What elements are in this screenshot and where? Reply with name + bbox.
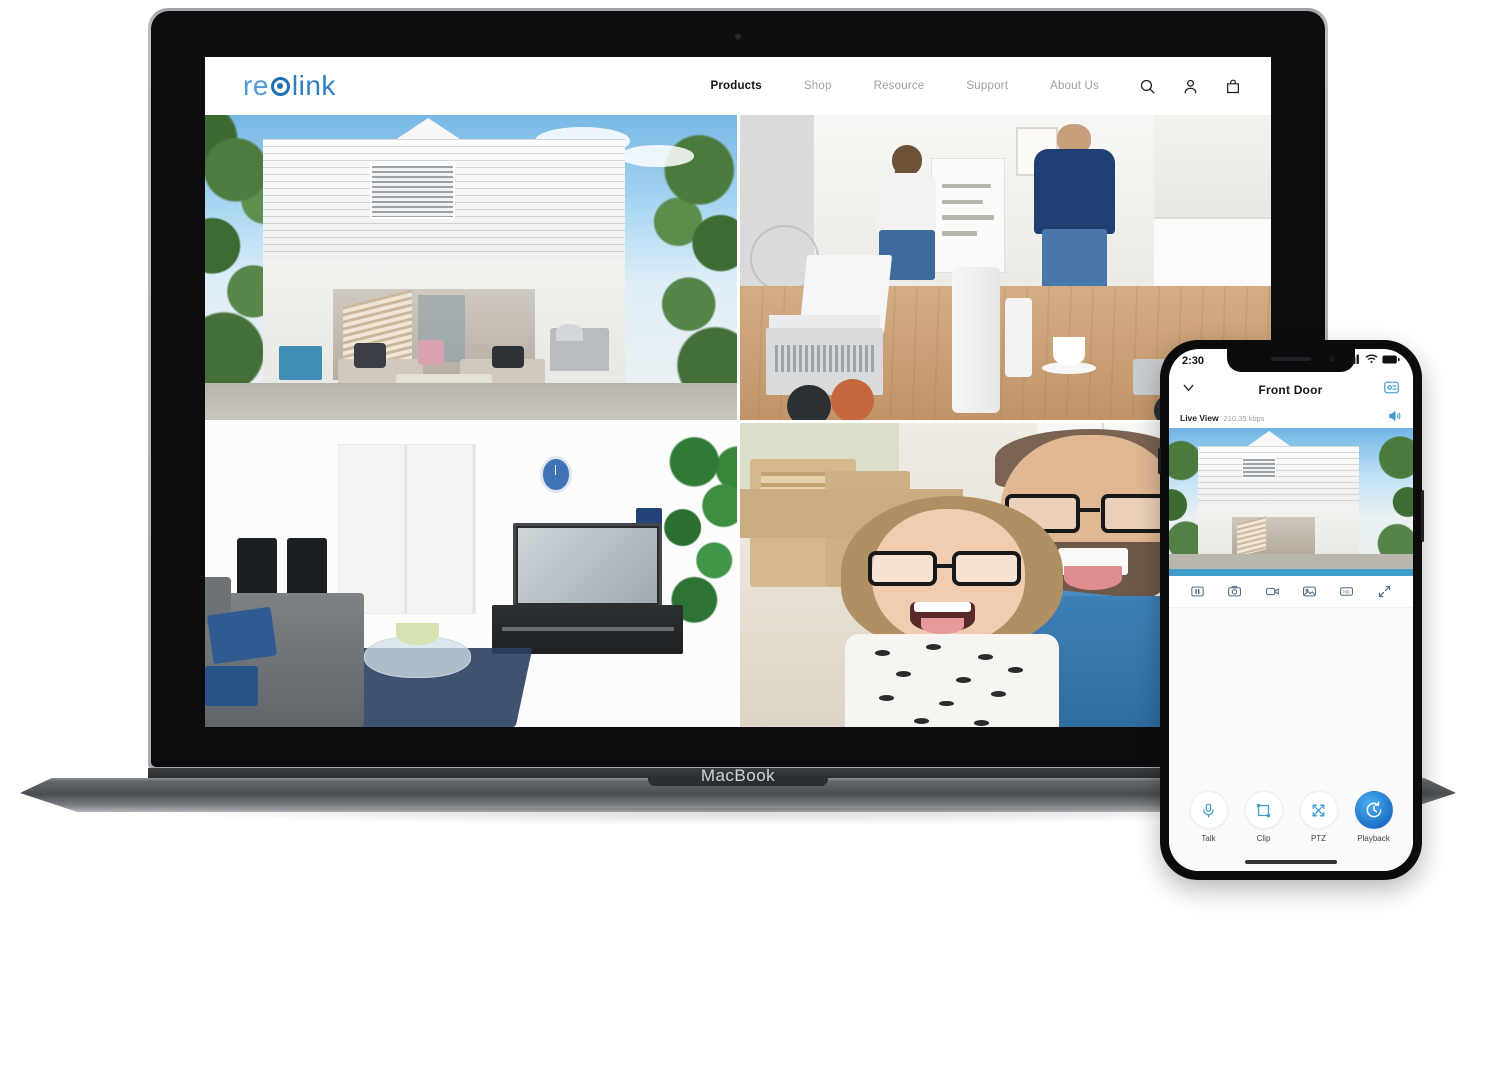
camera-grid bbox=[205, 115, 1271, 727]
camera-tile-1[interactable] bbox=[205, 115, 737, 420]
security-camera-device bbox=[952, 267, 1000, 414]
wall-poster bbox=[930, 157, 1006, 274]
laptop-screen-small bbox=[799, 255, 893, 335]
playback-clock-icon bbox=[1354, 791, 1393, 829]
microphone-icon bbox=[1189, 791, 1228, 829]
ptz-arrows-icon bbox=[1299, 791, 1338, 829]
action-label: Playback bbox=[1357, 834, 1390, 843]
action-playback[interactable]: Playback bbox=[1348, 791, 1400, 843]
security-camera-device bbox=[1005, 297, 1032, 377]
action-label: Talk bbox=[1201, 834, 1216, 843]
brand-text-part1: re bbox=[243, 70, 269, 101]
phone-status-bar: 2:30 bbox=[1169, 349, 1413, 372]
live-video-feed[interactable] bbox=[1169, 428, 1413, 576]
camera-title: Front Door bbox=[1258, 383, 1323, 397]
quality-hd-icon[interactable]: HD bbox=[1339, 584, 1354, 599]
nav-item-resource[interactable]: Resource bbox=[874, 80, 925, 92]
house-vent bbox=[369, 163, 455, 219]
live-feed-image bbox=[1169, 428, 1413, 576]
snapshot-camera-icon[interactable] bbox=[1227, 584, 1242, 599]
video-progress-bar[interactable] bbox=[1169, 569, 1413, 576]
laptop-bezel: re link Products Shop Resource Support Ab… bbox=[151, 11, 1325, 767]
app-header: Front Door bbox=[1169, 372, 1413, 408]
reolink-logo[interactable]: re link bbox=[243, 70, 336, 102]
action-ptz[interactable]: PTZ bbox=[1293, 791, 1345, 843]
search-icon[interactable] bbox=[1139, 78, 1156, 95]
phone-screen: 2:30 Front Door Live View 210.35 kbps HD… bbox=[1169, 349, 1413, 871]
fullscreen-expand-icon[interactable] bbox=[1377, 584, 1392, 599]
person-girl-glasses bbox=[841, 495, 1064, 727]
coffee-cup bbox=[1053, 337, 1085, 365]
header-icon-group bbox=[1139, 78, 1241, 95]
bitrate-value: 210.35 kbps bbox=[1223, 413, 1265, 423]
nav-item-products[interactable]: Products bbox=[710, 80, 761, 92]
site-header: re link Products Shop Resource Support Ab… bbox=[205, 57, 1271, 115]
user-account-icon[interactable] bbox=[1182, 78, 1199, 95]
pause-icon[interactable] bbox=[1190, 584, 1205, 599]
iphone-device: 2:30 Front Door Live View 210.35 kbps HD… bbox=[1158, 340, 1424, 880]
brand-text-part2: link bbox=[291, 70, 336, 101]
chevron-down-icon[interactable] bbox=[1180, 379, 1197, 401]
sliding-door bbox=[337, 443, 477, 615]
fruit-bowl bbox=[396, 623, 439, 645]
kitchen-cabinets bbox=[1154, 217, 1271, 292]
nav-item-about-us[interactable]: About Us bbox=[1050, 80, 1099, 92]
cushion bbox=[207, 607, 278, 665]
person bbox=[492, 346, 524, 368]
gallery-image-icon[interactable] bbox=[1302, 584, 1317, 599]
action-clip[interactable]: Clip bbox=[1238, 791, 1290, 843]
download-badges: Download on the App Store bbox=[0, 963, 1500, 1077]
macbook-model-label: MacBook bbox=[700, 766, 776, 785]
camera-settings-icon[interactable] bbox=[1384, 380, 1402, 400]
screenshot-root: re link Products Shop Resource Support Ab… bbox=[0, 0, 1500, 1077]
television bbox=[513, 522, 663, 609]
wifi-icon bbox=[1365, 354, 1378, 367]
crop-frame-icon bbox=[1244, 791, 1283, 829]
phone-frame: 2:30 Front Door Live View 210.35 kbps HD… bbox=[1158, 340, 1424, 880]
speaker-on-icon[interactable] bbox=[1388, 409, 1402, 428]
camera-tile-3[interactable] bbox=[205, 422, 737, 727]
video-toolbar: HD bbox=[1169, 576, 1413, 608]
cloud bbox=[619, 145, 694, 167]
cushion bbox=[205, 666, 259, 706]
main-navigation: Products Shop Resource Support About Us bbox=[710, 80, 1099, 92]
kitchen-area bbox=[1154, 115, 1271, 292]
action-label: Clip bbox=[1256, 834, 1271, 843]
live-status-row: Live View 210.35 kbps bbox=[1169, 408, 1413, 428]
headphones bbox=[787, 377, 877, 420]
nav-item-support[interactable]: Support bbox=[966, 80, 1008, 92]
svg-text:HD: HD bbox=[1344, 589, 1350, 594]
tv-stand bbox=[492, 605, 684, 654]
battery-full-icon bbox=[1382, 354, 1400, 367]
laptop-lid: re link Products Shop Resource Support Ab… bbox=[148, 8, 1328, 770]
record-video-icon[interactable] bbox=[1265, 584, 1280, 599]
person bbox=[417, 340, 445, 365]
status-indicators bbox=[1346, 354, 1400, 367]
live-view-label: Live View bbox=[1180, 413, 1219, 423]
macbook-device: re link Products Shop Resource Support Ab… bbox=[20, 8, 1456, 826]
webcam-icon bbox=[734, 33, 742, 40]
wall-clock bbox=[539, 455, 572, 493]
person-man bbox=[1032, 124, 1117, 289]
signal-bars-icon bbox=[1346, 354, 1361, 367]
status-time: 2:30 bbox=[1182, 354, 1205, 367]
action-talk[interactable]: Talk bbox=[1183, 791, 1235, 843]
nav-item-shop[interactable]: Shop bbox=[804, 80, 832, 92]
home-indicator[interactable] bbox=[1245, 860, 1337, 864]
patio-ground bbox=[205, 382, 737, 420]
patio-chair bbox=[279, 346, 322, 380]
laptop-screen: re link Products Shop Resource Support Ab… bbox=[205, 57, 1271, 727]
action-bar: Talk Clip PTZ Playback bbox=[1169, 785, 1413, 871]
action-label: PTZ bbox=[1310, 834, 1327, 843]
outdoor-grill bbox=[550, 323, 609, 371]
reolink-eye-icon bbox=[270, 76, 290, 96]
shopping-bag-icon[interactable] bbox=[1225, 78, 1241, 95]
person bbox=[353, 343, 386, 368]
app-content-area bbox=[1169, 608, 1413, 785]
